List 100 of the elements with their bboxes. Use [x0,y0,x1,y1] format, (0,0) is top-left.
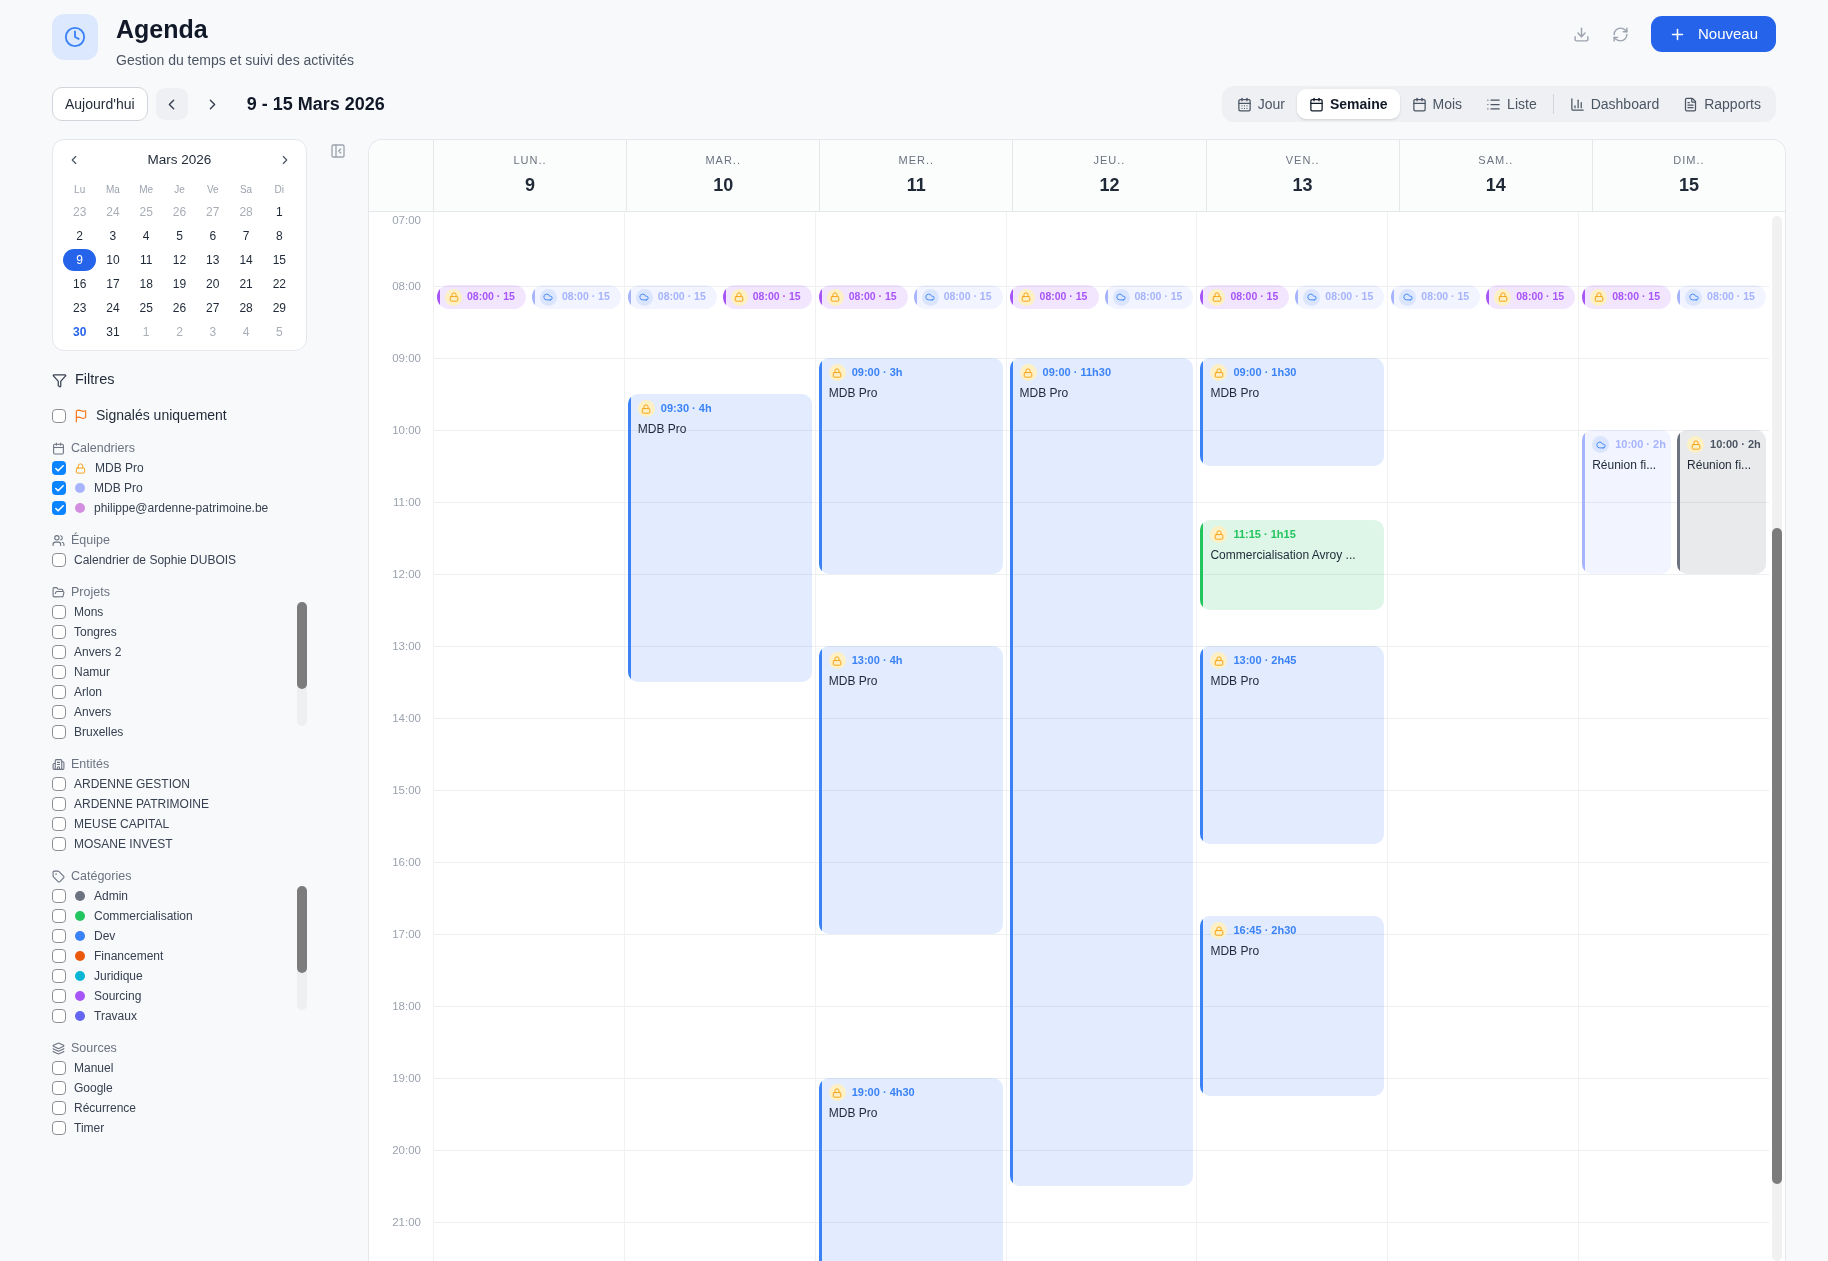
today-button[interactable]: Aujourd'hui [52,87,148,121]
checkbox[interactable] [52,685,66,699]
lock-icon [1210,922,1228,939]
view-tab[interactable]: Liste [1474,89,1549,119]
checkbox[interactable] [52,481,66,495]
calendar-day[interactable]: 23 [72,299,87,318]
view-tab[interactable]: Mois [1399,89,1475,119]
checkbox[interactable] [52,817,66,831]
hour-label: 10:00 [392,423,421,438]
checkbox[interactable] [52,777,66,791]
lock-icon [1017,288,1035,306]
checkbox[interactable] [52,461,66,475]
checkbox[interactable] [52,909,66,923]
event-block[interactable]: 13:00 · 4h MDB Pro [818,646,1003,934]
checkbox[interactable] [52,929,66,943]
calendar-day[interactable]: 13 [206,251,220,270]
view-tab[interactable]: Semaine [1296,89,1400,119]
calendar-day[interactable]: 29 [272,299,286,318]
checkbox[interactable] [52,969,66,983]
calendar-day[interactable]: 5 [176,227,183,246]
checkbox[interactable] [52,501,66,515]
calendar-day[interactable]: 6 [209,227,217,246]
calendar-day[interactable]: 3 [109,227,117,246]
calendar-day[interactable]: 18 [139,275,153,294]
event-block[interactable]: 13:00 · 2h45 MDB Pro [1200,646,1385,844]
checkbox[interactable] [52,605,66,619]
checkbox[interactable] [52,837,66,851]
weekday-label: Je [173,183,186,198]
previous-button[interactable] [155,88,188,120]
event-block[interactable]: 09:00 · 3h MDB Pro [818,358,1003,574]
checkbox[interactable] [52,625,66,639]
scrollbar[interactable] [297,886,307,1010]
report-tab[interactable]: Rapports [1671,89,1773,119]
event-block[interactable]: 10:00 · 2h Réunion fi... [1582,430,1672,574]
event-block[interactable]: 11:15 · 1h15 Commercialisation Avroy ... [1200,520,1385,610]
event-block[interactable]: 09:00 · 11h30 MDB Pro [1009,358,1194,1186]
checkbox[interactable] [52,553,66,567]
document-icon [1683,96,1699,112]
calendar-day[interactable]: 22 [272,275,286,294]
checkbox[interactable] [52,705,66,719]
filter-label: Commercialisation [94,908,193,925]
calendar-day[interactable]: 11 [139,251,153,270]
view-tab[interactable]: Jour [1224,89,1297,119]
checkbox[interactable] [52,725,66,739]
calendar-day[interactable]: 25 [139,299,153,318]
event-time: 08:00 · 15 [1707,289,1755,305]
checkbox[interactable] [52,408,66,423]
scrollbar[interactable] [297,602,307,726]
event-block[interactable]: 09:00 · 1h30 MDB Pro [1200,358,1385,466]
event-block[interactable]: 19:00 · 4h30 MDB Pro [818,1078,1003,1261]
event-block[interactable]: 10:00 · 2h Réunion fi... [1677,430,1766,574]
calendar-day[interactable]: 27 [206,299,220,318]
calendar-day[interactable]: 8 [276,227,283,246]
calendar-day[interactable]: 20 [206,275,220,294]
checkbox[interactable] [52,665,66,679]
calendar-day[interactable]: 2 [76,227,83,246]
calendar-day[interactable]: 4 [142,227,150,246]
checkbox[interactable] [52,949,66,963]
new-button[interactable]: Nouveau [1650,16,1776,52]
checkbox[interactable] [52,1121,66,1135]
event-block[interactable]: 09:30 · 4h MDB Pro [627,394,812,682]
calendar-day[interactable]: 21 [239,275,253,294]
scrollbar[interactable] [1772,216,1782,1261]
filter-label: Calendrier de Sophie DUBOIS [74,552,237,569]
filter-label: MDB Pro [94,480,143,497]
checkbox[interactable] [52,889,66,903]
calendar-day[interactable]: 9 [63,249,97,272]
date-range: 9 - 15 Mars 2026 [246,92,385,116]
cloud-icon [539,288,557,306]
calendar-day[interactable]: 10 [106,251,120,270]
filter-label: Namur [74,664,110,681]
calendar-day[interactable]: 26 [172,299,187,318]
checkbox[interactable] [52,645,66,659]
calendar-day[interactable]: 24 [106,299,120,318]
checkbox[interactable] [52,1061,66,1075]
weekday-header: LUN.. [513,152,547,168]
refresh-icon[interactable] [1611,25,1629,43]
calendar-day[interactable]: 28 [239,299,253,318]
calendar-icon [52,441,65,455]
calendar-day[interactable]: 15 [272,251,286,270]
event-block[interactable]: 16:45 · 2h30 MDB Pro [1200,916,1385,1096]
event-time: 08:00 · 15 [1325,289,1374,305]
calendar-day[interactable]: 17 [106,275,120,294]
calendar-day[interactable]: 19 [172,275,187,294]
calendar-day[interactable]: 1 [276,203,283,222]
collapse-sidebar-icon[interactable] [329,143,346,159]
checkbox[interactable] [52,989,66,1003]
calendar-day[interactable]: 30 [72,323,87,342]
report-tab[interactable]: Dashboard [1557,89,1672,119]
page-subtitle: Gestion du temps et suivi des activités [116,51,355,70]
calendar-day[interactable]: 12 [172,251,187,270]
checkbox[interactable] [52,797,66,811]
calendar-day[interactable]: 7 [242,227,250,246]
calendar-day[interactable]: 14 [239,251,253,270]
download-icon[interactable] [1572,25,1590,43]
calendar-day[interactable]: 31 [106,323,120,342]
checkbox[interactable] [52,1101,66,1115]
calendar-day[interactable]: 16 [72,275,87,294]
checkbox[interactable] [52,1081,66,1095]
checkbox[interactable] [52,1009,66,1023]
